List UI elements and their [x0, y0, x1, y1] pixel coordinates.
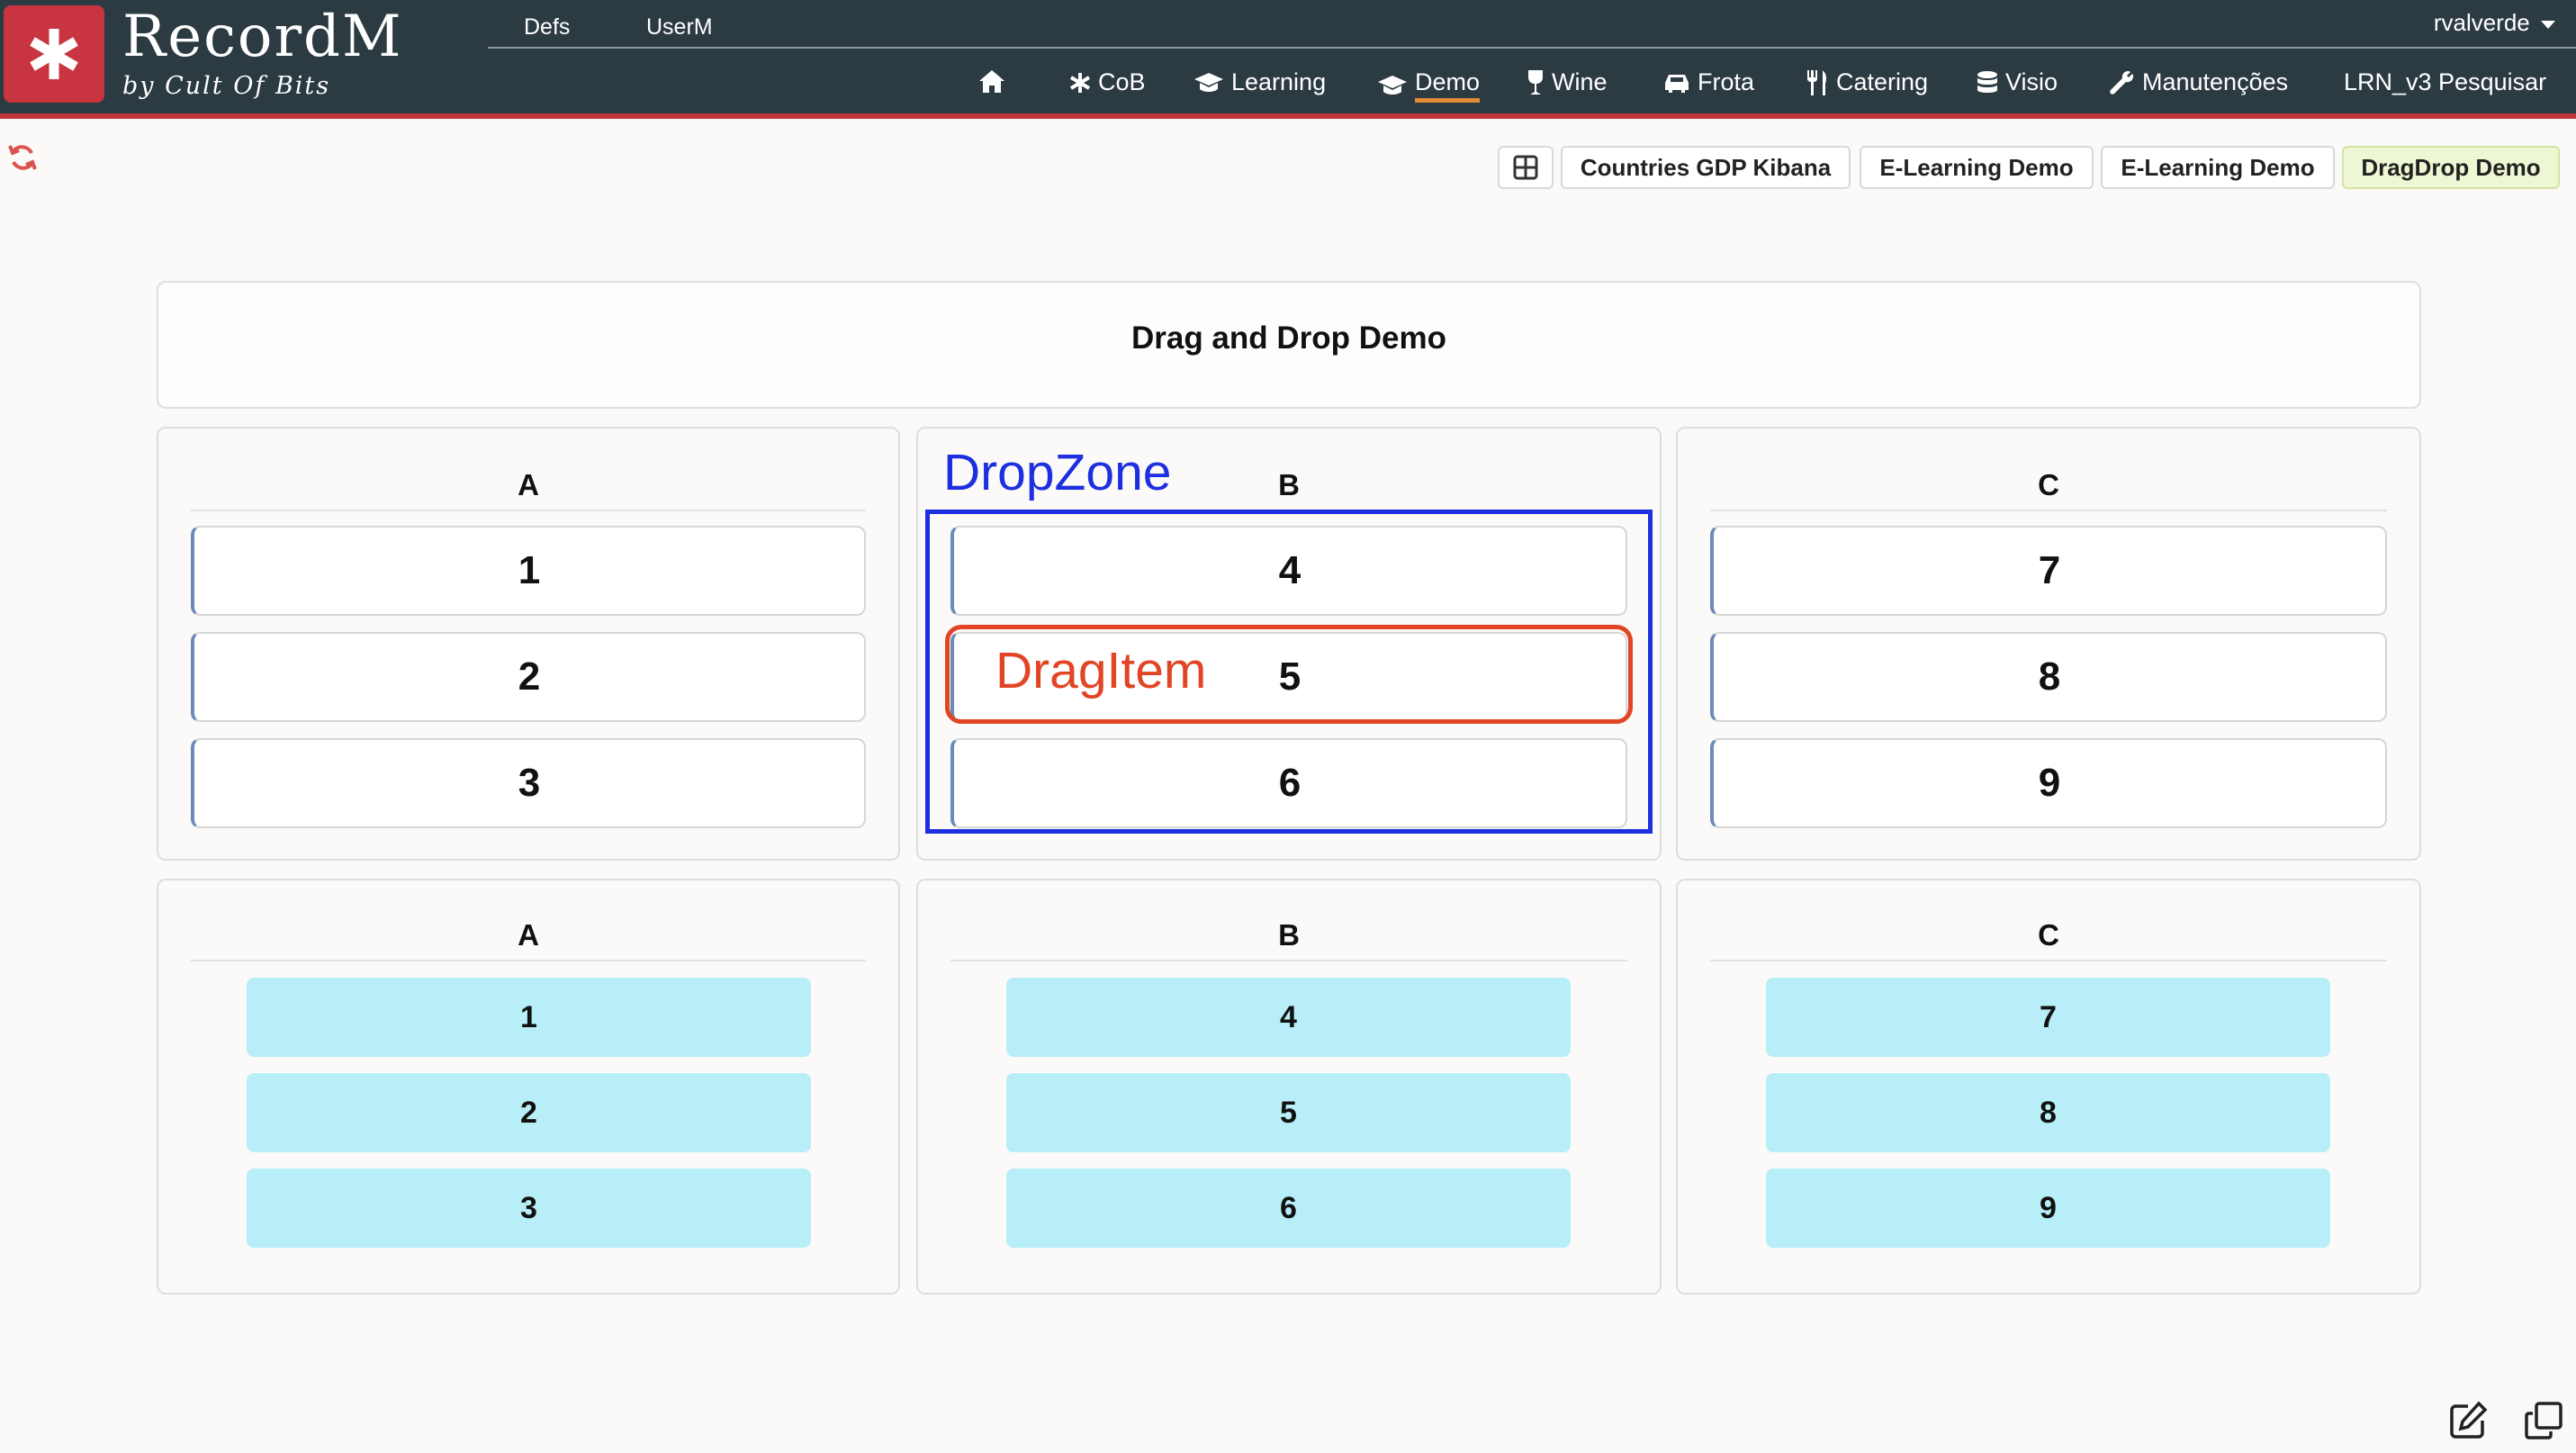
drag-item[interactable]: 7 [1710, 526, 2387, 616]
column-header: A [191, 468, 866, 511]
refresh-icon[interactable] [7, 142, 38, 177]
user-name: rvalverde [2433, 9, 2530, 36]
caret-down-icon [2541, 21, 2555, 30]
graduation-cap-icon [1378, 76, 1407, 95]
wine-glass-icon [1528, 69, 1543, 95]
nav-demo[interactable]: Demo [1377, 68, 1481, 103]
wrench-icon [2110, 70, 2133, 95]
drag-item[interactable]: 2 [191, 632, 866, 722]
drag-column-a: A 1 2 3 [157, 427, 900, 861]
page-title: Drag and Drop Demo [1130, 320, 1447, 356]
copy-icon[interactable] [2524, 1401, 2563, 1445]
tab-e-learning-demo-2[interactable]: E-Learning Demo [2101, 146, 2335, 189]
user-menu[interactable]: rvalverde [2434, 9, 2556, 37]
edit-icon[interactable] [2448, 1401, 2488, 1445]
list-item[interactable]: 3 [247, 1169, 811, 1248]
nav-wine[interactable]: Wine [1527, 68, 1608, 96]
column-header: C [1710, 468, 2387, 511]
logo[interactable] [4, 5, 104, 103]
car-icon [1665, 74, 1689, 93]
nav-cob[interactable]: CoB [1069, 68, 1146, 96]
nav-wine-label: Wine [1552, 68, 1608, 95]
top-nav-defs[interactable]: Defs [524, 14, 570, 41]
drag-column-c: C 7 8 9 [1676, 427, 2421, 861]
column-header: A [191, 918, 866, 961]
list-item[interactable]: 7 [1766, 978, 2330, 1057]
list-item[interactable]: 4 [1006, 978, 1571, 1057]
brand-subtitle: by Cult Of Bits [122, 72, 331, 100]
utensils-icon [1807, 69, 1826, 95]
list-item[interactable]: 8 [1766, 1073, 2330, 1152]
nav-home[interactable] [977, 68, 1006, 94]
list-column-b: B 4 5 6 [916, 879, 1662, 1295]
graduation-cap-icon [1194, 72, 1223, 92]
nav-learning[interactable]: Learning [1193, 68, 1326, 96]
nav-lrn-v3-pesquisar-label: LRN_v3 Pesquisar [2344, 68, 2547, 95]
nav-cob-label: CoB [1098, 68, 1146, 95]
asterisk-icon [1069, 72, 1091, 93]
list-item[interactable]: 6 [1006, 1169, 1571, 1248]
list-column-c: C 7 8 9 [1676, 879, 2421, 1295]
dropzone-annotation: DropZone [943, 444, 1172, 501]
column-header: B [950, 918, 1627, 961]
brand-title: RecordM [122, 4, 403, 70]
nav-lrn-v3-pesquisar[interactable]: LRN_v3 Pesquisar [2344, 68, 2546, 96]
drag-item[interactable]: 3 [191, 738, 866, 828]
list-item[interactable]: 1 [247, 978, 811, 1057]
nav-catering[interactable]: Catering [1806, 68, 1928, 96]
main-nav: CoB Learning Demo Wine Frota Catering Vi… [945, 68, 2576, 108]
list-item[interactable]: 9 [1766, 1169, 2330, 1248]
nav-visio-label: Visio [2005, 68, 2058, 95]
asterisk-icon [30, 29, 78, 79]
drag-item[interactable]: 1 [191, 526, 866, 616]
dragitem-annotation: DragItem [995, 642, 1207, 699]
list-column-a: A 1 2 3 [157, 879, 900, 1295]
nav-learning-label: Learning [1231, 68, 1327, 95]
top-nav-userm[interactable]: UserM [646, 14, 713, 41]
home-icon [979, 70, 1004, 93]
list-item[interactable]: 2 [247, 1073, 811, 1152]
tab-e-learning-demo[interactable]: E-Learning Demo [1860, 146, 2094, 189]
nav-visio[interactable]: Visio [1977, 68, 2058, 96]
nav-manutencoes[interactable]: Manutenções [2110, 68, 2288, 96]
nav-catering-label: Catering [1836, 68, 1929, 95]
database-icon [1977, 70, 1997, 93]
title-panel: Drag and Drop Demo [157, 281, 2421, 409]
nav-frota[interactable]: Frota [1663, 68, 1754, 96]
nav-demo-label: Demo [1415, 68, 1481, 103]
nav-frota-label: Frota [1698, 68, 1755, 95]
tab-countries-gdp-kibana[interactable]: Countries GDP Kibana [1561, 146, 1851, 189]
drag-item[interactable]: 9 [1710, 738, 2387, 828]
top-nav: Defs UserM [488, 0, 2576, 49]
nav-manutencoes-label: Manutenções [2142, 68, 2289, 95]
app-header: RecordM by Cult Of Bits Defs UserM rvalv… [0, 0, 2576, 119]
dashboard-grid-button[interactable] [1498, 146, 1554, 189]
drag-item[interactable]: 8 [1710, 632, 2387, 722]
column-header: C [1710, 918, 2387, 961]
list-item[interactable]: 5 [1006, 1073, 1571, 1152]
tab-dragdrop-demo[interactable]: DragDrop Demo [2342, 146, 2560, 189]
grid-icon [1513, 155, 1538, 180]
